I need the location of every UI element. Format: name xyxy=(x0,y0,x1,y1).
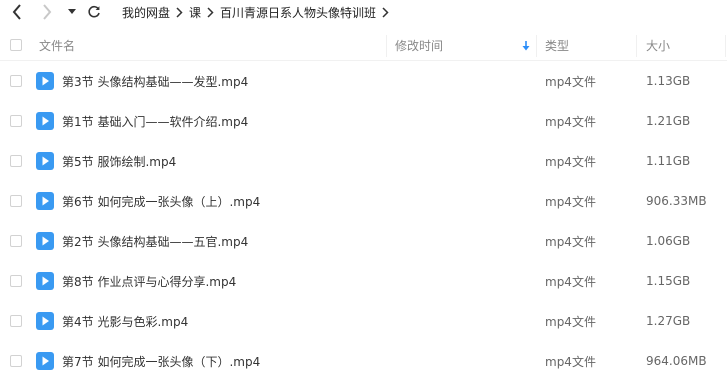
chevron-right-icon xyxy=(176,6,183,18)
column-divider[interactable] xyxy=(636,35,637,57)
row-checkbox[interactable] xyxy=(10,75,22,87)
back-button[interactable] xyxy=(8,2,26,22)
file-type: mp4文件 xyxy=(545,114,596,129)
row-checkbox[interactable] xyxy=(10,115,22,127)
file-size: 1.27GB xyxy=(646,314,691,328)
column-divider[interactable] xyxy=(386,35,387,57)
file-name[interactable]: 第7节 如何完成一张头像（下）.mp4 xyxy=(62,341,260,381)
breadcrumb-item-current-folder[interactable]: 百川青源日系人物头像特训班 xyxy=(220,4,376,21)
file-name[interactable]: 第5节 服饰绘制.mp4 xyxy=(62,141,176,181)
navigation-bar: 我的网盘 课 百川青源日系人物头像特训班 xyxy=(0,0,727,24)
chevron-right-icon[interactable] xyxy=(382,6,389,18)
row-checkbox[interactable] xyxy=(10,155,22,167)
chevron-right-icon xyxy=(43,4,52,20)
video-file-icon xyxy=(36,272,54,290)
column-header-name[interactable]: 文件名 xyxy=(39,31,75,60)
file-row[interactable]: 第1节 基础入门——软件介绍.mp4 mp4文件 1.21GB xyxy=(0,101,727,141)
file-row[interactable]: 第7节 如何完成一张头像（下）.mp4 mp4文件 964.06MB xyxy=(0,341,727,381)
history-dropdown-button[interactable] xyxy=(66,2,78,22)
file-name[interactable]: 第1节 基础入门——软件介绍.mp4 xyxy=(62,101,248,141)
breadcrumb-item-my-drive[interactable]: 我的网盘 xyxy=(122,4,170,21)
file-list-header: 文件名 修改时间 类型 大小 xyxy=(0,31,727,61)
file-type: mp4文件 xyxy=(545,194,596,209)
chevron-left-icon xyxy=(12,4,21,20)
file-size: 1.06GB xyxy=(646,234,691,248)
refresh-icon xyxy=(88,5,100,18)
file-row[interactable]: 第5节 服饰绘制.mp4 mp4文件 1.11GB xyxy=(0,141,727,181)
video-file-icon xyxy=(36,152,54,170)
chevron-right-icon xyxy=(207,6,214,18)
column-header-size[interactable]: 大小 xyxy=(646,31,670,60)
file-size: 1.15GB xyxy=(646,274,691,288)
refresh-button[interactable] xyxy=(85,2,103,22)
row-checkbox[interactable] xyxy=(10,315,22,327)
file-row[interactable]: 第6节 如何完成一张头像（上）.mp4 mp4文件 906.33MB xyxy=(0,181,727,221)
column-divider[interactable] xyxy=(536,35,537,57)
column-header-modified[interactable]: 修改时间 xyxy=(395,31,443,60)
file-row[interactable]: 第8节 作业点评与心得分享.mp4 mp4文件 1.15GB xyxy=(0,261,727,301)
file-name[interactable]: 第4节 光影与色彩.mp4 xyxy=(62,301,188,341)
video-file-icon xyxy=(36,112,54,130)
file-type: mp4文件 xyxy=(545,234,596,249)
file-size: 964.06MB xyxy=(646,354,707,368)
forward-button[interactable] xyxy=(38,2,56,22)
file-name[interactable]: 第2节 头像结构基础——五官.mp4 xyxy=(62,221,248,261)
video-file-icon xyxy=(36,232,54,250)
file-type: mp4文件 xyxy=(545,274,596,289)
file-type: mp4文件 xyxy=(545,74,596,89)
row-checkbox[interactable] xyxy=(10,235,22,247)
video-file-icon xyxy=(36,312,54,330)
video-file-icon xyxy=(36,72,54,90)
file-type: mp4文件 xyxy=(545,314,596,329)
caret-down-icon xyxy=(68,9,76,14)
select-all-checkbox[interactable] xyxy=(10,39,22,51)
row-checkbox[interactable] xyxy=(10,275,22,287)
file-size: 1.13GB xyxy=(646,74,691,88)
file-type: mp4文件 xyxy=(545,354,596,369)
file-type: mp4文件 xyxy=(545,154,596,169)
row-checkbox[interactable] xyxy=(10,195,22,207)
row-checkbox[interactable] xyxy=(10,355,22,367)
file-name[interactable]: 第6节 如何完成一张头像（上）.mp4 xyxy=(62,181,260,221)
file-name[interactable]: 第8节 作业点评与心得分享.mp4 xyxy=(62,261,236,301)
column-header-type[interactable]: 类型 xyxy=(545,31,569,60)
file-size: 906.33MB xyxy=(646,194,707,208)
video-file-icon xyxy=(36,352,54,370)
file-row[interactable]: 第4节 光影与色彩.mp4 mp4文件 1.27GB xyxy=(0,301,727,341)
column-divider[interactable] xyxy=(725,35,726,57)
breadcrumb: 我的网盘 课 百川青源日系人物头像特训班 xyxy=(122,0,395,24)
breadcrumb-item-course[interactable]: 课 xyxy=(189,4,201,21)
file-name[interactable]: 第3节 头像结构基础——发型.mp4 xyxy=(62,61,248,101)
file-row[interactable]: 第2节 头像结构基础——五官.mp4 mp4文件 1.06GB xyxy=(0,221,727,261)
file-size: 1.21GB xyxy=(646,114,691,128)
file-row[interactable]: 第3节 头像结构基础——发型.mp4 mp4文件 1.13GB xyxy=(0,61,727,101)
file-size: 1.11GB xyxy=(646,154,691,168)
video-file-icon xyxy=(36,192,54,210)
sort-down-arrow-icon[interactable] xyxy=(522,31,530,60)
